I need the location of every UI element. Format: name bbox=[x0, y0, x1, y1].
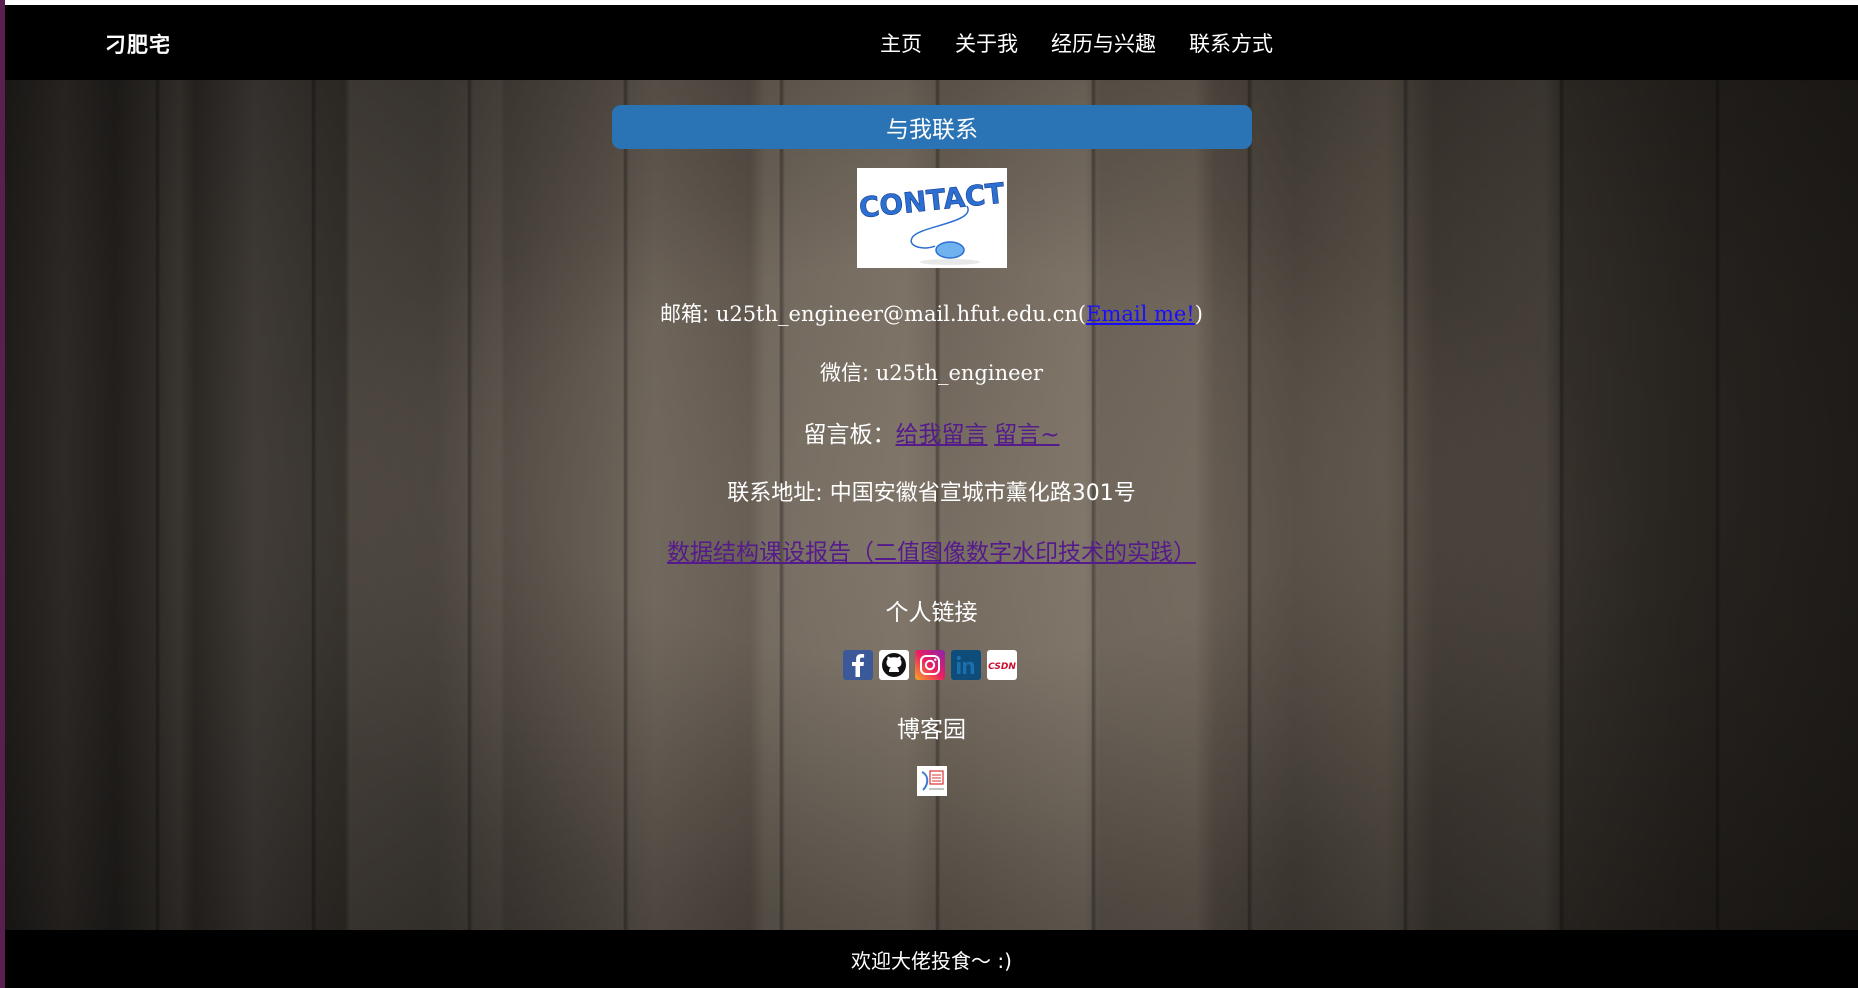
blog-title: 博客园 bbox=[897, 717, 966, 743]
linkedin-icon[interactable] bbox=[951, 650, 981, 680]
main-nav: 主页 关于我 经历与兴趣 联系方式 bbox=[880, 28, 1306, 58]
footer-text: 欢迎大佬投食～ :) bbox=[851, 948, 1012, 973]
report-line: 数据结构课设报告（二值图像数字水印技术的实践） bbox=[5, 533, 1858, 567]
instagram-icon[interactable] bbox=[915, 650, 945, 680]
github-icon[interactable] bbox=[879, 650, 909, 680]
email-address: u25th_engineer@mail.hfut.edu.cn bbox=[715, 302, 1078, 326]
social-links: CSDN bbox=[843, 650, 1017, 680]
nav-about[interactable]: 关于我 bbox=[955, 28, 1018, 58]
message-board-line: 留言板：给我留言 留言~ bbox=[5, 415, 1858, 449]
wechat-line: 微信: u25th_engineer bbox=[5, 357, 1858, 387]
nav-home[interactable]: 主页 bbox=[880, 28, 922, 58]
address-label: 联系地址: bbox=[727, 481, 830, 506]
facebook-icon[interactable] bbox=[843, 650, 873, 680]
message-board-link[interactable]: 给我留言 bbox=[896, 422, 988, 448]
personal-links-title: 个人链接 bbox=[885, 600, 978, 626]
contact-heading: 与我联系 bbox=[612, 105, 1252, 149]
message-board-label: 留言板： bbox=[803, 422, 896, 448]
contact-image: CONTACT bbox=[857, 168, 1007, 268]
wechat-id: u25th_engineer bbox=[875, 361, 1043, 385]
contact-content: 与我联系 CONTACT 邮箱: u25th_engineer@mail.hfu… bbox=[5, 80, 1858, 930]
email-label: 邮箱: bbox=[660, 302, 716, 326]
svg-text:CSDN: CSDN bbox=[988, 662, 1016, 672]
address-line: 联系地址: 中国安徽省宣城市薰化路301号 bbox=[5, 475, 1858, 507]
message-board-link-2[interactable]: 留言~ bbox=[994, 422, 1059, 448]
address-value: 中国安徽省宣城市薰化路301号 bbox=[829, 481, 1136, 506]
email-me-link[interactable]: Email me! bbox=[1086, 302, 1195, 326]
report-link[interactable]: 数据结构课设报告（二值图像数字水印技术的实践） bbox=[667, 540, 1196, 566]
nav-contact[interactable]: 联系方式 bbox=[1189, 28, 1273, 58]
top-navbar: 刁肥宅 主页 关于我 经历与兴趣 联系方式 bbox=[5, 5, 1858, 80]
cnblogs-icon[interactable] bbox=[917, 766, 947, 796]
nav-experience[interactable]: 经历与兴趣 bbox=[1051, 28, 1156, 58]
page-footer: 欢迎大佬投食～ :) bbox=[5, 930, 1858, 988]
email-line: 邮箱: u25th_engineer@mail.hfut.edu.cn(Emai… bbox=[660, 302, 1203, 326]
wood-background-section: 与我联系 CONTACT 邮箱: u25th_engineer@mail.hfu… bbox=[5, 80, 1858, 930]
wechat-label: 微信: bbox=[819, 361, 876, 385]
csdn-icon[interactable]: CSDN bbox=[987, 650, 1017, 680]
site-brand[interactable]: 刁肥宅 bbox=[105, 29, 171, 59]
